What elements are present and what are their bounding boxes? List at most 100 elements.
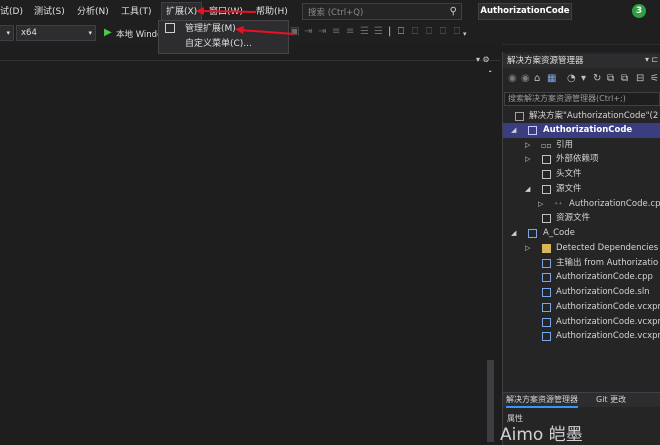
tab-list-icon[interactable]: ▾ ⚙ (476, 55, 490, 64)
run-target-label[interactable]: 本地 Windo (116, 28, 162, 40)
tree-label: AuthorizationCode.cpp (569, 199, 660, 209)
tree-label: 资源文件 (556, 213, 591, 223)
tree-detected-deps[interactable]: ▷ Detected Dependencies (503, 241, 660, 256)
toolbar-overflow-icon[interactable]: ▾ (463, 30, 467, 38)
chevron-down-icon: ◢ (511, 229, 517, 237)
bookmark-list-icon[interactable]: ⎕ (454, 26, 460, 37)
tree-file-vcxproj-filters[interactable]: AuthorizationCode.vcxpr (503, 315, 660, 330)
platform-dropdown[interactable]: x64 ▾ (16, 25, 96, 41)
uncomment-icon[interactable]: ≡ (346, 26, 354, 37)
indent-icon[interactable]: ☰ (360, 26, 369, 37)
chevron-right-icon: ▷ (525, 244, 531, 252)
external-deps-icon (542, 155, 551, 164)
tree-external-deps[interactable]: ▷ 外部依赖项 (503, 152, 660, 167)
menu-test[interactable]: 测试(S) (34, 5, 65, 19)
extensions-menu: 管理扩展(M) 自定义菜单(C)... (158, 20, 289, 54)
tree-solution[interactable]: 解决方案"AuthorizationCode"(2 (503, 109, 660, 124)
tree-label: A_Code (543, 228, 575, 238)
menu-window[interactable]: 窗口(W) (209, 5, 243, 19)
installer-project-icon (528, 229, 537, 238)
notification-badge[interactable]: 3 (632, 4, 646, 18)
refresh-icon[interactable]: ↻ (593, 73, 601, 84)
play-icon[interactable]: ▶ (104, 27, 112, 38)
extensions-icon (165, 23, 175, 33)
step-over-icon[interactable]: ⇥ (318, 26, 326, 37)
step-icon[interactable]: ⇥ (304, 26, 312, 37)
scrollbar-thumb[interactable] (487, 360, 494, 442)
debug-icon[interactable]: ▣ (290, 26, 299, 37)
menu-tools[interactable]: 工具(T) (121, 5, 152, 19)
folder-filter-icon (542, 185, 551, 194)
tree-project-authorizationcode[interactable]: ◢ AuthorizationCode (503, 123, 660, 138)
panel-options-icon[interactable]: ▾ ⊏ (645, 55, 658, 64)
references-icon: ▫▫ (541, 141, 552, 150)
bookmark-icon[interactable]: ⎕ (398, 26, 404, 37)
comment-icon[interactable]: ≡ (332, 26, 340, 37)
chevron-down-icon: ◢ (511, 126, 517, 134)
folder-filter-icon (542, 214, 551, 223)
customize-menu-item[interactable]: 自定义菜单(C)... (159, 37, 288, 51)
tree-source-cpp[interactable]: ▷ ⁺⁺ AuthorizationCode.cpp (503, 197, 660, 212)
manage-extensions-label: 管理扩展(M) (185, 24, 236, 34)
tree-label: 头文件 (556, 169, 582, 179)
tree-file-vcxproj-user[interactable]: AuthorizationCode.vcxpr (503, 329, 660, 344)
menu-help[interactable]: 帮助(H) (256, 5, 288, 19)
tree-file-cpp[interactable]: AuthorizationCode.cpp (503, 270, 660, 285)
tree-label: 解决方案"AuthorizationCode"(2 (529, 111, 659, 121)
menu-extensions[interactable]: 扩展(X) (161, 2, 203, 21)
solution-title-badge: AuthorizationCode (478, 3, 572, 20)
tree-header-files[interactable]: 头文件 (503, 167, 660, 182)
manage-extensions-item[interactable]: 管理扩展(M) (159, 22, 288, 36)
pending-changes-icon[interactable]: ◔ (567, 73, 576, 84)
tree-resource-files[interactable]: 资源文件 (503, 211, 660, 226)
tab-git-changes[interactable]: Git 更改 (596, 393, 626, 406)
solution-explorer-search[interactable]: 搜索解决方案资源管理器(Ctrl+;) (504, 92, 660, 106)
file-icon (542, 259, 551, 268)
toolbar (0, 22, 660, 45)
chevron-right-icon: ▷ (525, 141, 531, 149)
bookmark-next-icon[interactable]: ⎕ (426, 26, 432, 37)
document-well (0, 44, 502, 445)
tree-label: Detected Dependencies (556, 243, 659, 253)
collapse-all-icon[interactable]: ⧉ (607, 73, 614, 84)
search-box[interactable]: 搜索 (Ctrl+Q) ⚲ (302, 3, 462, 20)
bookmark-clear-icon[interactable]: ⎕ (440, 26, 446, 37)
tree-label: AuthorizationCode.vcxpr (556, 302, 660, 312)
outdent-icon[interactable]: ☰ (374, 26, 383, 37)
folder-icon (542, 244, 551, 253)
tree-project-a-code[interactable]: ◢ A_Code (503, 226, 660, 241)
tree-label: AuthorizationCode.cpp (556, 272, 653, 282)
tree-primary-output[interactable]: 主输出 from Authorizatio (503, 256, 660, 271)
tree-file-sln[interactable]: AuthorizationCode.sln (503, 285, 660, 300)
tree-source-files[interactable]: ◢ 源文件 (503, 182, 660, 197)
forward-icon[interactable]: ◉ (521, 73, 530, 84)
back-icon[interactable]: ◉ (508, 73, 517, 84)
home-icon[interactable]: ⌂ (534, 73, 540, 84)
file-icon (542, 288, 551, 297)
menu-debug[interactable]: 试(D) (0, 5, 23, 19)
solution-explorer-title: 解决方案资源管理器 (503, 54, 660, 68)
tree-label: 引用 (556, 140, 574, 150)
chevron-right-icon: ▷ (525, 155, 531, 163)
tree-references[interactable]: ▷ ▫▫ 引用 (503, 138, 660, 153)
tree-label: AuthorizationCode.vcxpr (556, 331, 660, 341)
tree-label: 源文件 (556, 184, 582, 194)
chevron-right-icon: ▷ (538, 200, 544, 208)
search-placeholder: 搜索 (Ctrl+Q) (308, 8, 364, 18)
bookmark-prev-icon[interactable]: ⎕ (412, 26, 418, 37)
tree-label: AuthorizationCode.sln (556, 287, 650, 297)
folder-filter-icon (542, 170, 551, 179)
switch-views-icon[interactable]: ▦ (547, 73, 556, 84)
sync-icon[interactable]: ▾ (581, 73, 586, 84)
platform-label: x64 (21, 28, 37, 38)
chevron-down-icon: ▾ (88, 29, 92, 37)
properties-icon[interactable]: ⊟ (636, 73, 644, 84)
show-all-files-icon[interactable]: ⧉ (621, 73, 628, 84)
file-icon (542, 332, 551, 341)
file-icon (542, 303, 551, 312)
tab-solution-explorer[interactable]: 解决方案资源管理器 (506, 393, 578, 408)
settings-icon[interactable]: ⚟ (650, 73, 659, 84)
tree-file-vcxproj[interactable]: AuthorizationCode.vcxpr (503, 300, 660, 315)
menu-analyze[interactable]: 分析(N) (77, 5, 109, 19)
config-dropdown[interactable]: ▾ (0, 25, 14, 41)
